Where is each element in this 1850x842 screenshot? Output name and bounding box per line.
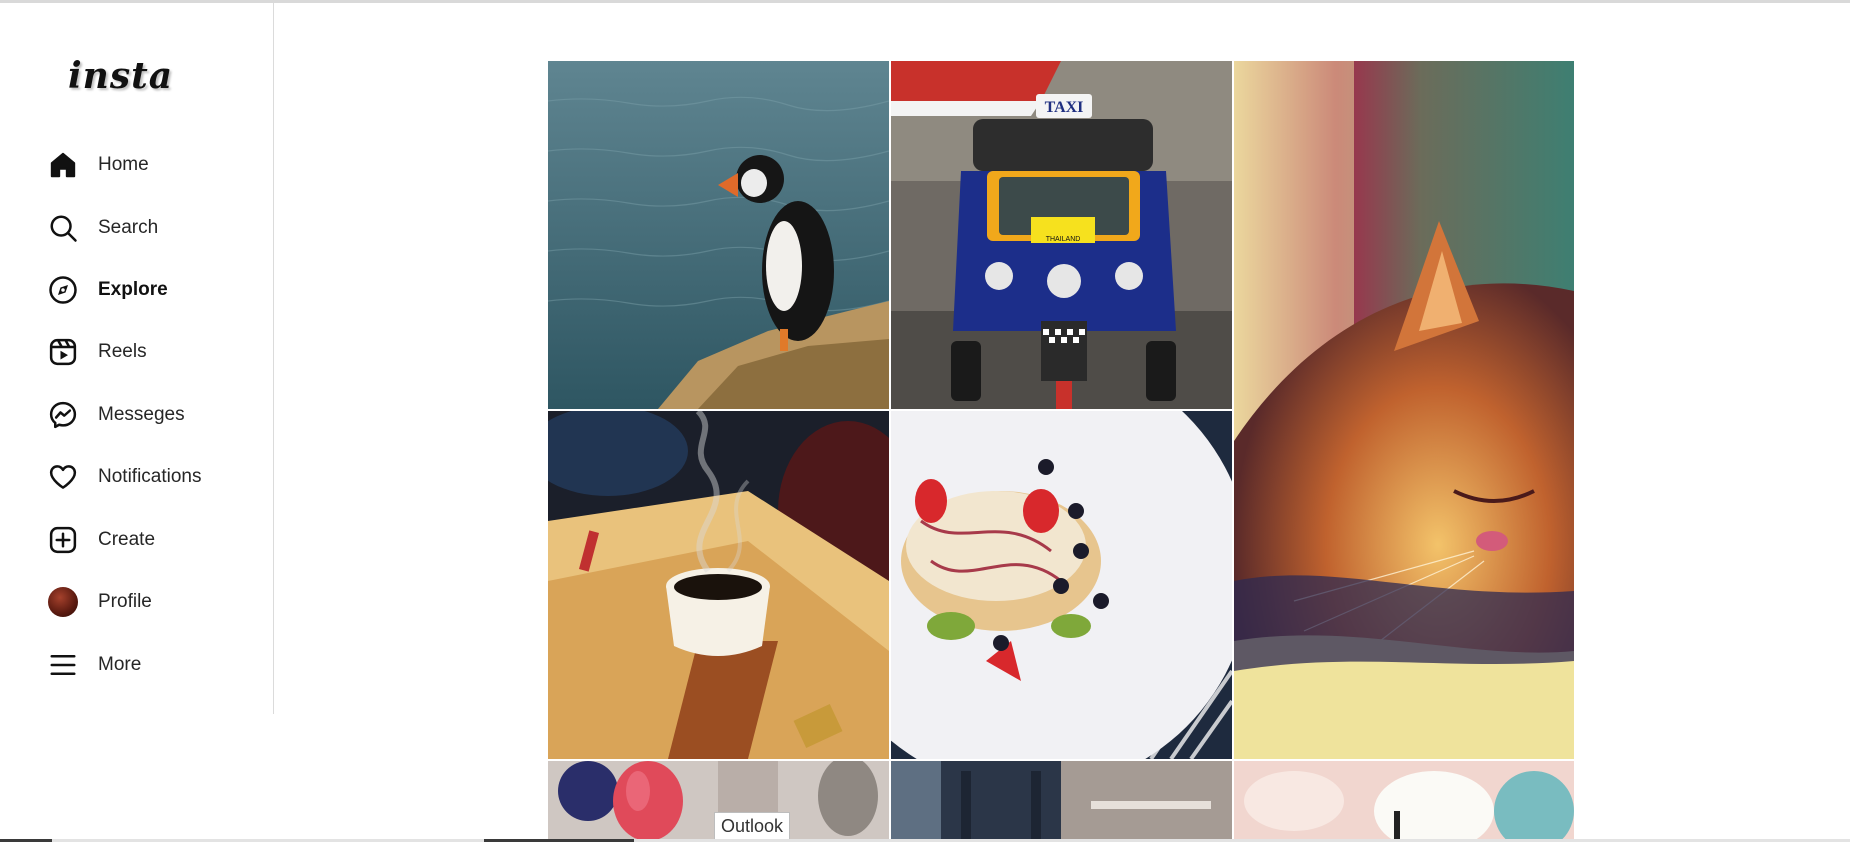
menu-icon xyxy=(46,648,80,682)
sidebar-item-profile[interactable]: Profile xyxy=(46,580,256,624)
post-image xyxy=(891,411,1232,759)
taskbar-tooltip: Outlook xyxy=(714,812,791,840)
sidebar-item-home[interactable]: Home xyxy=(46,143,256,187)
avatar-wrapper xyxy=(46,585,80,619)
sidebar-item-reels[interactable]: Reels xyxy=(46,330,256,374)
sidebar: insta Home Search Explore Reels Messeges xyxy=(0,3,274,714)
post-image xyxy=(891,761,1232,842)
sidebar-item-label: Create xyxy=(98,529,156,550)
sidebar-item-label: Notifications xyxy=(98,466,202,487)
post-tile[interactable] xyxy=(1234,61,1574,759)
sidebar-item-create[interactable]: Create xyxy=(46,518,256,562)
post-tile[interactable] xyxy=(548,411,889,759)
post-tile[interactable] xyxy=(891,761,1232,842)
sidebar-item-label: Search xyxy=(98,217,159,238)
post-image xyxy=(548,61,889,409)
search-icon xyxy=(46,211,80,245)
sidebar-item-label: More xyxy=(98,654,142,675)
post-tile[interactable] xyxy=(891,411,1232,759)
sidebar-item-messages[interactable]: Messeges xyxy=(46,393,256,437)
post-image xyxy=(548,411,889,759)
sidebar-item-explore[interactable]: Explore xyxy=(46,268,256,312)
post-image xyxy=(1234,61,1574,759)
app-logo[interactable]: insta xyxy=(68,55,173,97)
heart-icon xyxy=(46,460,80,494)
post-tile[interactable] xyxy=(548,61,889,409)
post-tile[interactable]: TAXI THAILAND xyxy=(891,61,1232,409)
sidebar-item-more[interactable]: More xyxy=(46,643,256,687)
post-tile[interactable] xyxy=(1234,761,1574,842)
sidebar-item-label: Profile xyxy=(98,591,152,612)
license-plate: THAILAND xyxy=(1046,236,1081,243)
sidebar-item-notifications[interactable]: Notifications xyxy=(46,455,256,499)
compass-icon xyxy=(46,273,80,307)
sidebar-item-label: Explore xyxy=(98,279,168,300)
reels-icon xyxy=(46,335,80,369)
post-image: TAXI THAILAND xyxy=(891,61,1232,409)
avatar xyxy=(48,587,78,617)
sidebar-item-label: Home xyxy=(98,154,149,175)
window-top-border xyxy=(0,0,1850,3)
post-image xyxy=(1234,761,1574,842)
sidebar-item-label: Reels xyxy=(98,341,147,362)
taxi-sign: TAXI xyxy=(1045,99,1084,116)
sidebar-item-label: Messeges xyxy=(98,404,185,425)
sidebar-item-search[interactable]: Search xyxy=(46,206,256,250)
messenger-icon xyxy=(46,398,80,432)
home-icon xyxy=(46,148,80,182)
plus-square-icon xyxy=(46,523,80,557)
